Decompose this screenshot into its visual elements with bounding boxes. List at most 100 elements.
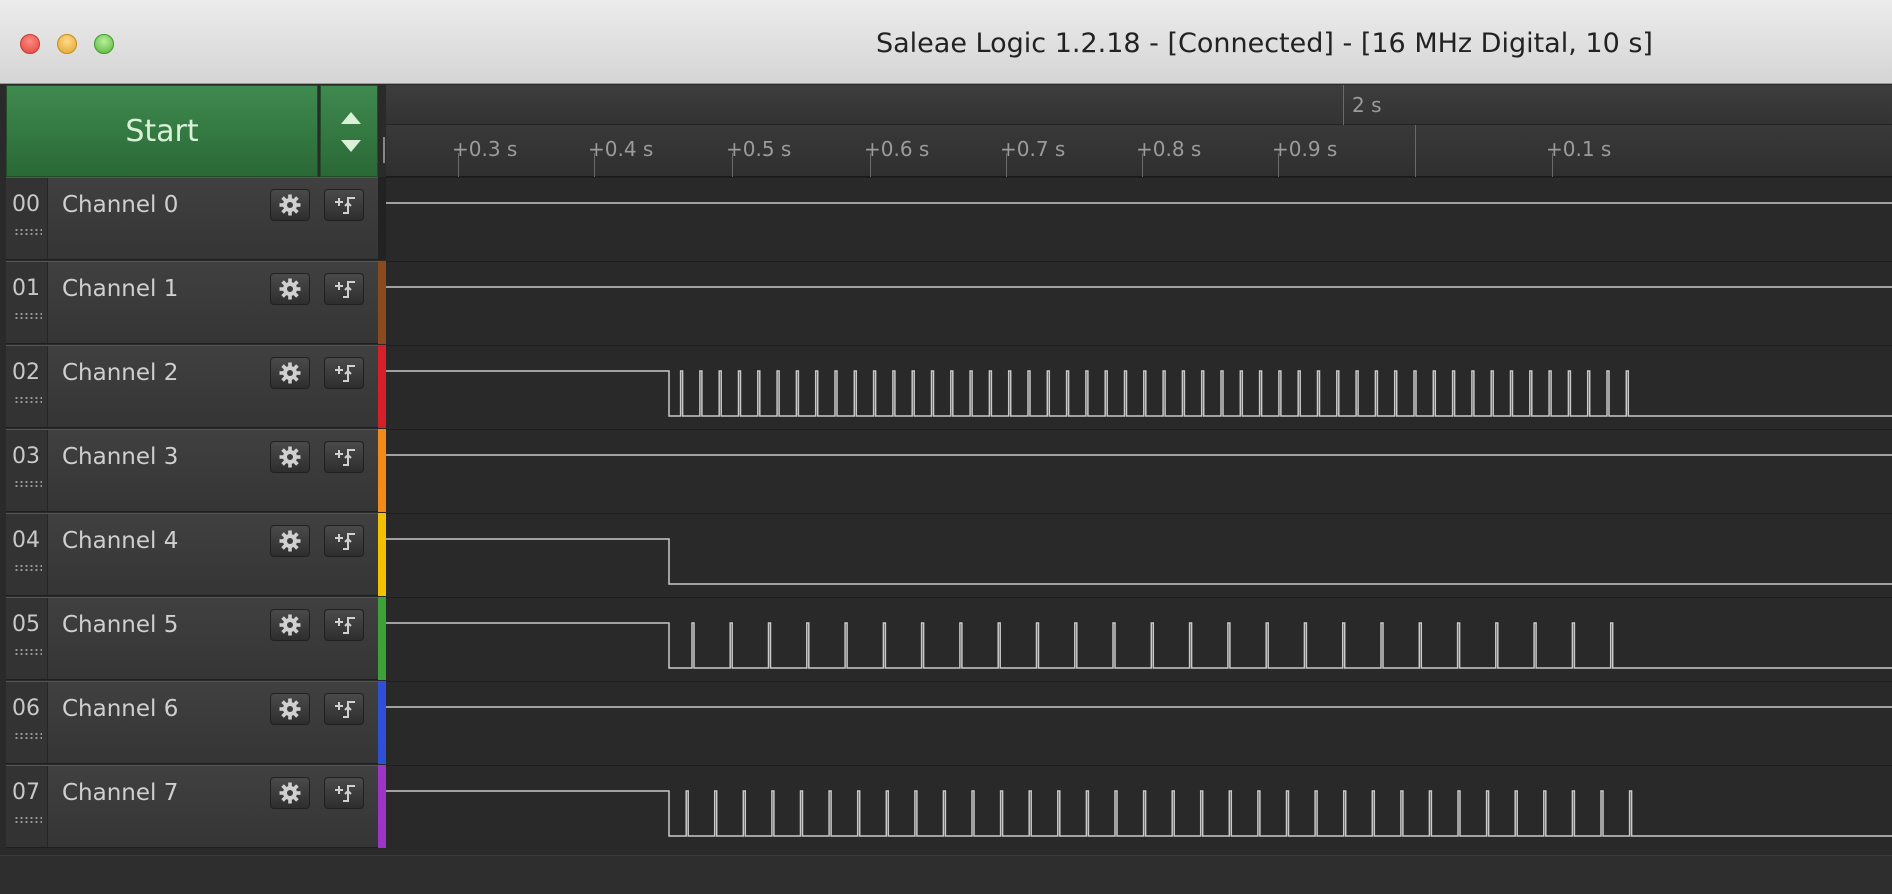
waveform-lane[interactable] [386,429,1892,512]
channel-panel: Start 00 Channel 0 01 Channel 1 02 Chann… [6,85,386,855]
minimize-window-button[interactable] [57,34,77,54]
trigger-button[interactable] [324,189,364,221]
channel-name[interactable]: Channel 3 [62,444,178,470]
channel-row: 07 Channel 7 [6,765,378,848]
start-options-button[interactable] [320,85,378,177]
waveform-area[interactable] [386,177,1892,853]
channel-number: 03 [12,444,40,469]
gear-icon [279,194,301,216]
drag-grip-icon[interactable] [14,564,42,572]
waveform-trace [386,454,1892,456]
channel-number-cell[interactable]: 00 [6,178,48,259]
channel-settings-button[interactable] [270,273,310,305]
gear-icon [279,446,301,468]
drag-grip-icon[interactable] [14,396,42,404]
drag-grip-icon[interactable] [14,480,42,488]
channel-name[interactable]: Channel 5 [62,612,178,638]
channel-number-cell[interactable]: 05 [6,598,48,679]
channel-number-cell[interactable]: 07 [6,766,48,847]
channel-settings-button[interactable] [270,441,310,473]
channel-settings-button[interactable] [270,525,310,557]
waveform-lane[interactable] [386,765,1892,848]
trigger-edge-icon [335,701,355,718]
channel-number-cell[interactable]: 03 [6,430,48,511]
time-ruler-minor[interactable]: +0.3 s +0.4 s +0.5 s +0.6 s +0.7 s +0.8 s +0.9… [386,125,1892,177]
waveform-lane[interactable] [386,597,1892,680]
channel-color-strip [378,429,386,512]
trigger-button[interactable] [324,441,364,473]
channel-settings-button[interactable] [270,693,310,725]
trigger-button[interactable] [324,609,364,641]
trigger-edge-icon [335,281,355,298]
second-boundary-line [1415,125,1416,177]
gear-icon [279,698,301,720]
trigger-edge-icon [335,617,355,634]
drag-grip-icon[interactable] [14,312,42,320]
signal-path [386,622,1892,669]
waveform-lane[interactable] [386,261,1892,344]
channel-row: 06 Channel 6 [6,681,378,764]
drag-grip-icon[interactable] [14,228,42,236]
waveform-trace [386,370,1892,417]
waveform-lane[interactable] [386,345,1892,428]
channel-settings-button[interactable] [270,189,310,221]
channel-number: 02 [12,360,40,385]
channel-name[interactable]: Channel 0 [62,192,178,218]
trigger-button[interactable] [324,525,364,557]
channel-name[interactable]: Channel 2 [62,360,178,386]
channel-number-cell[interactable]: 02 [6,346,48,427]
channel-settings-button[interactable] [270,777,310,809]
waveform-trace [386,202,1892,204]
trigger-edge-icon [335,785,355,802]
minor-tick-label: +0.5 s [726,137,792,161]
waveform-lane[interactable] [386,177,1892,260]
minor-tick-label: +0.1 s [1546,137,1612,161]
gear-icon [279,362,301,384]
channel-row: 05 Channel 5 [6,597,378,680]
channel-name[interactable]: Channel 6 [62,696,178,722]
drag-grip-icon[interactable] [14,732,42,740]
channel-number: 00 [12,192,40,217]
gear-icon [279,782,301,804]
close-window-button[interactable] [20,34,40,54]
title-bar: Saleae Logic 1.2.18 - [Connected] - [16 … [0,0,1892,84]
ruler-corner [378,85,386,177]
channel-settings-button[interactable] [270,609,310,641]
trigger-edge-icon [335,449,355,466]
waveform-trace [386,286,1892,288]
channel-number-cell[interactable]: 06 [6,682,48,763]
channel-name[interactable]: Channel 1 [62,276,178,302]
channel-number-cell[interactable]: 01 [6,262,48,343]
arrow-up-icon [341,112,361,124]
window-title: Saleae Logic 1.2.18 - [Connected] - [16 … [876,28,1653,59]
channel-settings-button[interactable] [270,357,310,389]
signal-path [386,370,1892,417]
waveform-trace [386,622,1892,669]
trigger-edge-icon [335,533,355,550]
waveform-lane[interactable] [386,513,1892,596]
channel-color-strip [378,513,386,596]
minor-tick-label: +0.7 s [1000,137,1066,161]
trigger-edge-icon [335,365,355,382]
channel-number-cell[interactable]: 04 [6,514,48,595]
drag-grip-icon[interactable] [14,816,42,824]
channel-row: 00 Channel 0 [6,177,378,260]
waveform-lane[interactable] [386,681,1892,764]
time-ruler-major[interactable]: 2 s [386,85,1892,125]
bottom-bar [0,855,1892,894]
zoom-window-button[interactable] [94,34,114,54]
channel-name[interactable]: Channel 4 [62,528,178,554]
arrow-down-icon [341,140,361,152]
channel-number: 01 [12,276,40,301]
trigger-button[interactable] [324,693,364,725]
trigger-button[interactable] [324,357,364,389]
minor-tick-label: +0.6 s [864,137,930,161]
trigger-button[interactable] [324,777,364,809]
gear-icon [279,530,301,552]
channel-row: 02 Channel 2 [6,345,378,428]
major-tick-label: 2 s [1352,93,1382,117]
start-button[interactable]: Start [6,85,318,177]
channel-name[interactable]: Channel 7 [62,780,178,806]
trigger-button[interactable] [324,273,364,305]
drag-grip-icon[interactable] [14,648,42,656]
